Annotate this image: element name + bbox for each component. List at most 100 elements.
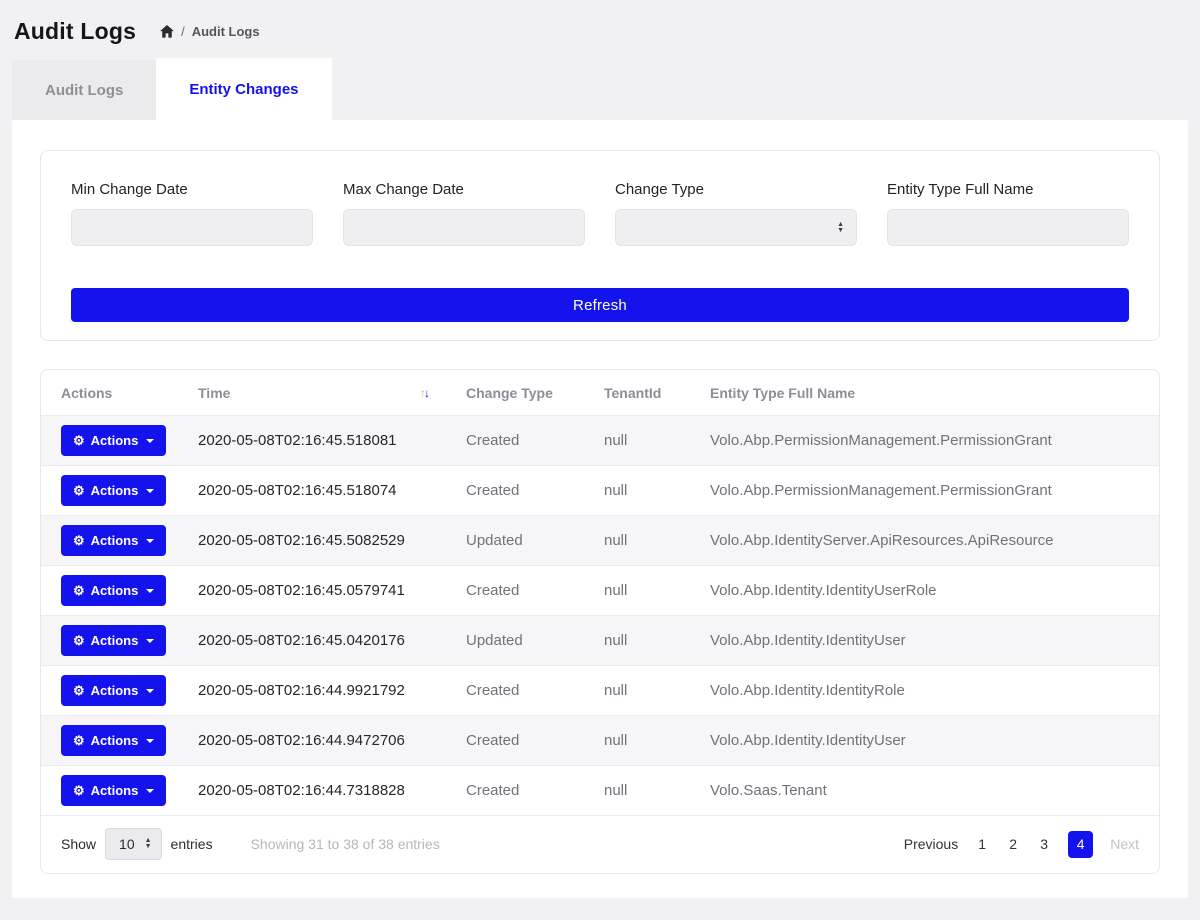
tab-audit-logs[interactable]: Audit Logs (12, 60, 156, 120)
row-tenant-id: null (592, 716, 698, 766)
row-actions-cell: ⚙ Actions (41, 566, 186, 616)
min-change-date-field: Min Change Date (71, 181, 313, 246)
table-footer: Show 10 ▲▼ entries Showing 31 to 38 of 3… (41, 816, 1159, 873)
row-time: 2020-05-08T02:16:45.0420176 (186, 616, 454, 666)
table-row: ⚙ Actions 2020-05-08T02:16:45.0420176 Up… (41, 616, 1159, 666)
gear-icon: ⚙ (73, 734, 85, 747)
filter-grid: Min Change Date Max Change Date Change T… (71, 181, 1129, 246)
pagination-previous[interactable]: Previous (904, 836, 958, 852)
gear-icon: ⚙ (73, 634, 85, 647)
row-time: 2020-05-08T02:16:44.7318828 (186, 766, 454, 816)
row-entity-type: Volo.Saas.Tenant (698, 766, 1159, 816)
row-actions-cell: ⚙ Actions (41, 516, 186, 566)
row-actions-button[interactable]: ⚙ Actions (61, 525, 166, 556)
change-type-select[interactable]: ▲▼ (615, 209, 857, 246)
row-change-type: Updated (454, 516, 592, 566)
table-row: ⚙ Actions 2020-05-08T02:16:44.7318828 Cr… (41, 766, 1159, 816)
page: Audit Logs / Audit Logs Audit Logs Entit… (0, 0, 1200, 898)
row-actions-label: Actions (91, 583, 139, 598)
tab-content-panel: Min Change Date Max Change Date Change T… (12, 120, 1188, 898)
min-change-date-label: Min Change Date (71, 181, 313, 198)
row-actions-cell: ⚙ Actions (41, 466, 186, 516)
caret-down-icon (146, 439, 154, 443)
row-actions-button[interactable]: ⚙ Actions (61, 675, 166, 706)
caret-down-icon (146, 689, 154, 693)
row-actions-cell: ⚙ Actions (41, 616, 186, 666)
entries-label: entries (171, 836, 213, 852)
row-actions-button[interactable]: ⚙ Actions (61, 625, 166, 656)
pagination-page-1[interactable]: 1 (975, 836, 989, 852)
change-type-label: Change Type (615, 181, 857, 198)
column-header-actions: Actions (41, 370, 186, 416)
row-entity-type: Volo.Abp.Identity.IdentityRole (698, 666, 1159, 716)
row-time: 2020-05-08T02:16:45.518081 (186, 416, 454, 466)
row-tenant-id: null (592, 666, 698, 716)
row-actions-cell: ⚙ Actions (41, 716, 186, 766)
row-actions-label: Actions (91, 483, 139, 498)
caret-down-icon (146, 589, 154, 593)
gear-icon: ⚙ (73, 484, 85, 497)
row-change-type: Updated (454, 616, 592, 666)
row-time: 2020-05-08T02:16:44.9921792 (186, 666, 454, 716)
pagination-page-3[interactable]: 3 (1037, 836, 1051, 852)
row-tenant-id: null (592, 466, 698, 516)
tab-entity-changes[interactable]: Entity Changes (156, 58, 331, 120)
table-row: ⚙ Actions 2020-05-08T02:16:45.518074 Cre… (41, 466, 1159, 516)
column-header-time-label: Time (198, 385, 230, 401)
gear-icon: ⚙ (73, 684, 85, 697)
row-tenant-id: null (592, 566, 698, 616)
column-header-tenant-id: TenantId (592, 370, 698, 416)
column-header-change-type: Change Type (454, 370, 592, 416)
sort-icon: ↑↓ (420, 386, 442, 400)
row-actions-button[interactable]: ⚙ Actions (61, 575, 166, 606)
row-tenant-id: null (592, 616, 698, 666)
row-entity-type: Volo.Abp.Identity.IdentityUser (698, 616, 1159, 666)
row-change-type: Created (454, 566, 592, 616)
row-actions-button[interactable]: ⚙ Actions (61, 725, 166, 756)
row-entity-type: Volo.Abp.PermissionManagement.Permission… (698, 466, 1159, 516)
row-time: 2020-05-08T02:16:45.0579741 (186, 566, 454, 616)
row-change-type: Created (454, 716, 592, 766)
gear-icon: ⚙ (73, 434, 85, 447)
pagination-next[interactable]: Next (1110, 836, 1139, 852)
row-actions-cell: ⚙ Actions (41, 666, 186, 716)
filter-card: Min Change Date Max Change Date Change T… (40, 150, 1160, 341)
caret-down-icon (146, 489, 154, 493)
row-actions-label: Actions (91, 733, 139, 748)
row-entity-type: Volo.Abp.IdentityServer.ApiResources.Api… (698, 516, 1159, 566)
change-type-field: Change Type ▲▼ (615, 181, 857, 246)
table-row: ⚙ Actions 2020-05-08T02:16:45.5082529 Up… (41, 516, 1159, 566)
page-size-select[interactable]: 10 ▲▼ (105, 828, 162, 860)
table-row: ⚙ Actions 2020-05-08T02:16:44.9921792 Cr… (41, 666, 1159, 716)
row-actions-button[interactable]: ⚙ Actions (61, 425, 166, 456)
page-title: Audit Logs (14, 18, 136, 45)
max-change-date-field: Max Change Date (343, 181, 585, 246)
row-time: 2020-05-08T02:16:45.5082529 (186, 516, 454, 566)
pagination-page-4-active[interactable]: 4 (1068, 831, 1093, 858)
row-tenant-id: null (592, 416, 698, 466)
column-header-time[interactable]: Time ↑↓ (186, 370, 454, 416)
caret-down-icon (146, 739, 154, 743)
page-size-value: 10 (119, 836, 135, 852)
max-change-date-input[interactable] (343, 209, 585, 246)
min-change-date-input[interactable] (71, 209, 313, 246)
breadcrumb-current: Audit Logs (192, 24, 260, 39)
pagination: Previous 1 2 3 4 Next (904, 831, 1139, 858)
row-actions-button[interactable]: ⚙ Actions (61, 775, 166, 806)
pagination-page-2[interactable]: 2 (1006, 836, 1020, 852)
entity-type-field: Entity Type Full Name (887, 181, 1129, 246)
home-icon[interactable] (160, 25, 174, 38)
row-actions-cell: ⚙ Actions (41, 416, 186, 466)
table-row: ⚙ Actions 2020-05-08T02:16:44.9472706 Cr… (41, 716, 1159, 766)
refresh-button[interactable]: Refresh (71, 288, 1129, 322)
entity-type-label: Entity Type Full Name (887, 181, 1129, 198)
row-tenant-id: null (592, 516, 698, 566)
entity-changes-table: Actions Time ↑↓ Change Type TenantId Ent… (41, 370, 1159, 816)
row-time: 2020-05-08T02:16:45.518074 (186, 466, 454, 516)
row-entity-type: Volo.Abp.Identity.IdentityUser (698, 716, 1159, 766)
row-actions-button[interactable]: ⚙ Actions (61, 475, 166, 506)
table-row: ⚙ Actions 2020-05-08T02:16:45.518081 Cre… (41, 416, 1159, 466)
entity-type-input[interactable] (887, 209, 1129, 246)
row-actions-label: Actions (91, 683, 139, 698)
select-updown-arrows-icon: ▲▼ (145, 838, 152, 850)
